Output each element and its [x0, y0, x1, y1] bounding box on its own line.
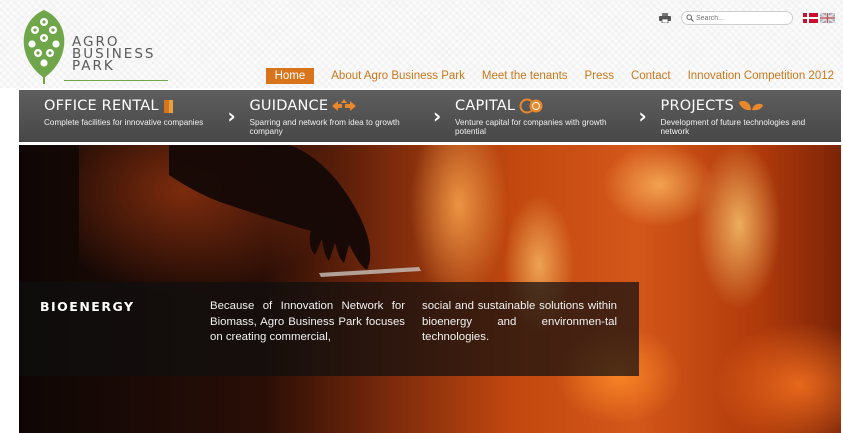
arrows-icon	[332, 99, 357, 111]
nav-innovation-competition[interactable]: Innovation Competition 2012	[688, 68, 834, 84]
service-title-text: GUIDANCE	[249, 98, 329, 114]
main-nav: Home About Agro Business Park Meet the t…	[265, 68, 834, 84]
print-icon[interactable]	[659, 13, 671, 23]
service-bar: OFFICE RENTAL Complete facilities for in…	[19, 90, 841, 142]
service-desc: Complete facilities for innovative compa…	[44, 118, 204, 127]
site-logo[interactable]: AGRO BUSINESS PARK	[20, 8, 170, 84]
chevron-right-icon: ›	[227, 104, 236, 128]
utility-bar	[659, 10, 835, 26]
nav-home[interactable]: Home	[265, 68, 315, 84]
hero-banner[interactable]: BIOENERGY Because of Innovation Network …	[19, 145, 841, 433]
hero-heading: BIOENERGY	[40, 299, 135, 314]
service-desc: Development of future technologies and n…	[660, 118, 806, 136]
hero-text-col-1: Because of Innovation Network for Biomas…	[210, 300, 405, 343]
header: AGRO BUSINESS PARK Search... Home About …	[0, 0, 843, 88]
service-capital[interactable]: › CAPITAL Venture capital for companies …	[430, 90, 636, 142]
service-title: GUIDANCE	[250, 96, 431, 116]
door-icon	[163, 99, 173, 113]
service-guidance[interactable]: › GUIDANCE Sparring and network from ide…	[225, 90, 431, 142]
uk-flag-icon[interactable]	[820, 13, 835, 23]
search-icon	[686, 14, 694, 22]
search-box[interactable]	[681, 11, 793, 25]
search-input[interactable]	[694, 14, 790, 22]
service-title-text: CAPITAL	[455, 98, 516, 114]
danish-flag-icon[interactable]	[803, 13, 818, 23]
nav-tenants[interactable]: Meet the tenants	[482, 68, 568, 84]
hero-text-col-2: social and sustainable solutions within …	[422, 300, 617, 343]
nav-press[interactable]: Press	[585, 68, 614, 84]
service-office-rental[interactable]: OFFICE RENTAL Complete facilities for in…	[19, 90, 225, 142]
service-title-text: PROJECTS	[660, 98, 734, 114]
service-title: OFFICE RENTAL	[44, 96, 225, 116]
chevron-right-icon: ›	[433, 104, 442, 128]
nav-contact[interactable]: Contact	[631, 68, 671, 84]
service-projects[interactable]: › PROJECTS Development of future technol…	[636, 90, 842, 142]
logo-text: AGRO BUSINESS PARK	[72, 35, 155, 73]
nav-about[interactable]: About Agro Business Park	[331, 68, 465, 84]
leaves-icon	[738, 100, 763, 111]
service-title: PROJECTS	[661, 96, 842, 116]
service-title-text: OFFICE RENTAL	[44, 98, 159, 114]
chevron-right-icon: ›	[638, 104, 647, 128]
leaf-logo-icon	[23, 10, 65, 84]
service-title: CAPITAL	[455, 96, 636, 116]
hero-caption-panel: BIOENERGY Because of Innovation Network …	[19, 282, 639, 376]
service-desc: Sparring and network from idea to growth…	[249, 118, 400, 136]
service-desc: Venture capital for companies with growt…	[455, 118, 607, 136]
logo-underline	[64, 80, 168, 81]
coins-icon	[519, 98, 543, 114]
hand-silhouette-image	[169, 145, 421, 277]
language-switcher	[803, 13, 835, 23]
